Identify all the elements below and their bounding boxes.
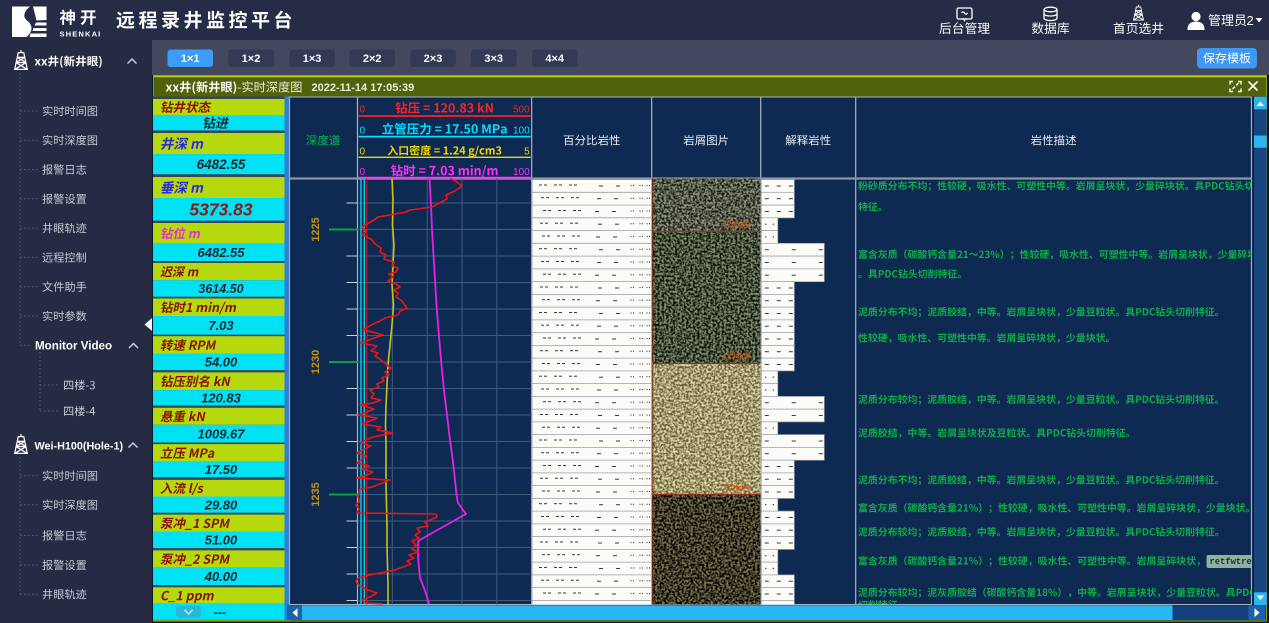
svg-text:5: 5 <box>524 147 530 158</box>
svg-text:1225.00: 1225.00 <box>723 219 750 228</box>
svg-text:1225: 1225 <box>310 217 322 241</box>
svg-text:29.80: 29.80 <box>204 497 238 512</box>
svg-text:100: 100 <box>513 167 530 178</box>
svg-text:3614.50: 3614.50 <box>198 282 243 296</box>
svg-text:retfwtrey: retfwtrey <box>1210 557 1258 567</box>
svg-text:6482.55: 6482.55 <box>198 245 246 260</box>
svg-text:6482.55: 6482.55 <box>197 157 246 172</box>
svg-text:Monitor Video: Monitor Video <box>35 340 112 353</box>
svg-text:1230.00: 1230.00 <box>723 352 750 361</box>
svg-text:51.00: 51.00 <box>205 533 238 548</box>
svg-text:1009.67: 1009.67 <box>198 426 246 441</box>
svg-text:5373.83: 5373.83 <box>189 200 253 220</box>
svg-text:---: --- <box>214 605 227 619</box>
svg-text:17.50: 17.50 <box>205 462 238 477</box>
svg-text:1×3: 1×3 <box>303 53 322 65</box>
svg-text:54.00: 54.00 <box>205 355 238 370</box>
svg-text:2022-11-14 17:05:39: 2022-11-14 17:05:39 <box>312 82 415 94</box>
svg-text:2×2: 2×2 <box>363 53 382 65</box>
svg-text:0: 0 <box>360 167 366 178</box>
svg-text:100: 100 <box>513 126 530 137</box>
svg-text:120.83: 120.83 <box>201 391 242 406</box>
svg-text:1×2: 1×2 <box>242 53 261 65</box>
svg-text:2: 2 <box>1247 13 1254 28</box>
svg-text:1235: 1235 <box>310 482 322 506</box>
svg-text:1230: 1230 <box>310 350 322 374</box>
svg-text:4×4: 4×4 <box>545 53 565 65</box>
svg-text:0: 0 <box>360 126 366 137</box>
svg-text:3×3: 3×3 <box>484 53 503 65</box>
svg-text:SHENKAI: SHENKAI <box>60 30 102 39</box>
svg-text:2×3: 2×3 <box>424 53 443 65</box>
svg-text:Wei-H100(Hole-1): Wei-H100(Hole-1) <box>35 441 124 453</box>
svg-text:0: 0 <box>360 105 366 116</box>
svg-text:1×1: 1×1 <box>181 53 200 65</box>
svg-text:7.03: 7.03 <box>208 318 234 333</box>
svg-text:0: 0 <box>360 147 366 158</box>
svg-text:40.00: 40.00 <box>204 569 238 584</box>
svg-text:1235.00: 1235.00 <box>723 482 750 491</box>
svg-text:500: 500 <box>513 105 530 116</box>
